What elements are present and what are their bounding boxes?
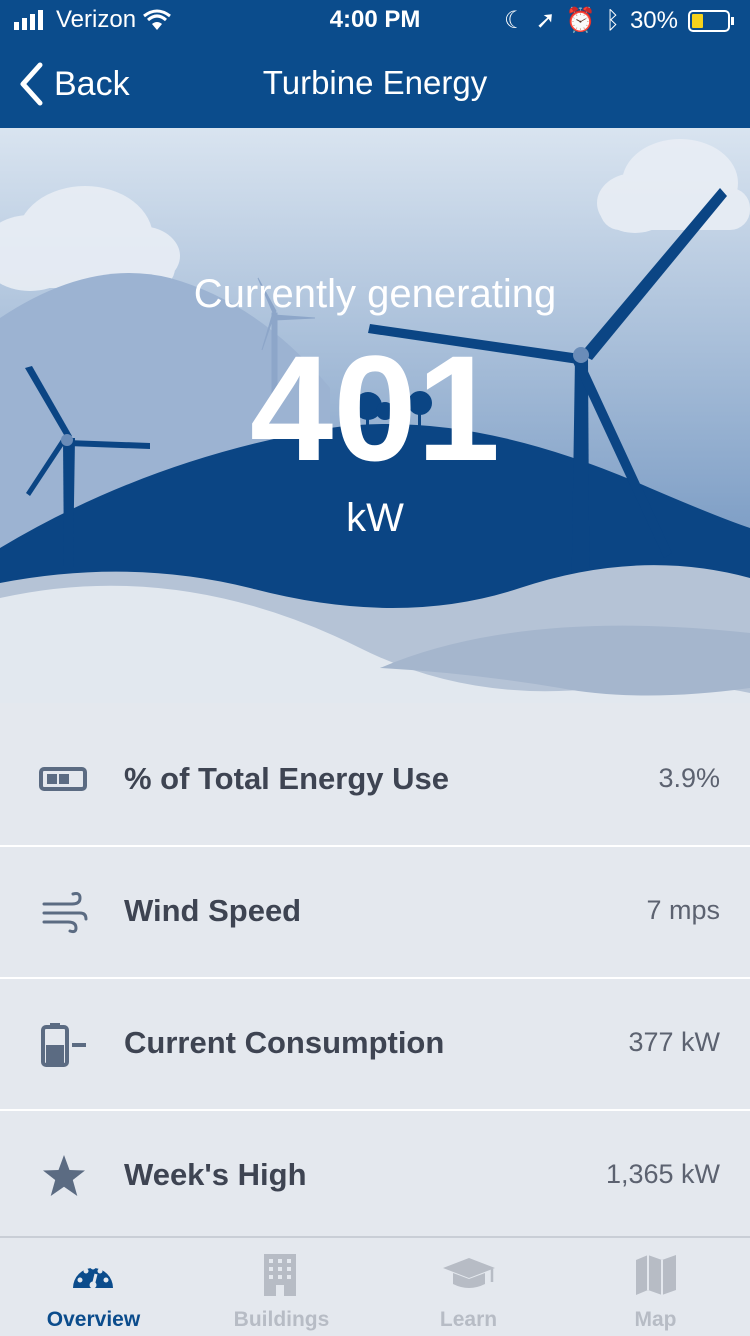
gauge-icon: [73, 1264, 113, 1289]
moon-icon: ☾: [504, 7, 526, 34]
tab-label: Learn: [439, 1308, 498, 1331]
tab-label: Map: [634, 1308, 677, 1331]
stat-label: Wind Speed: [124, 893, 302, 928]
hero-panel: Currently generating 401 kW: [0, 128, 750, 703]
tab-learn[interactable]: Learn: [375, 1238, 562, 1336]
star-icon: [43, 1155, 85, 1196]
stat-value: 1,365 kW: [605, 1159, 720, 1189]
list-item-current-consumption[interactable]: Current Consumption 377 kW: [0, 979, 750, 1111]
generating-label: Currently generating: [193, 272, 557, 316]
stat-label: Week's High: [124, 1157, 307, 1192]
alarm-icon: ⏰: [565, 7, 596, 34]
stat-value: 7 mps: [646, 895, 720, 925]
building-icon: [264, 1254, 296, 1296]
status-bar: Verizon 4:00 PM ☾ ➚ ⏰ ᛒ 30%: [0, 0, 750, 40]
status-right-group: ☾ ➚ ⏰ ᛒ 30%: [504, 6, 736, 35]
tab-map[interactable]: Map: [562, 1238, 749, 1336]
tab-bar: Overview Buildings Learn Map: [0, 1236, 750, 1336]
bluetooth-icon: ᛒ: [605, 6, 620, 34]
generating-unit: kW: [346, 496, 404, 540]
tab-overview[interactable]: Overview: [0, 1238, 187, 1336]
battery-level-icon: [39, 767, 87, 791]
battery-percent: 30%: [629, 6, 678, 34]
list-item-total-energy-use[interactable]: % of Total Energy Use 3.9%: [0, 715, 750, 847]
nav-bar: Back Turbine Energy: [0, 40, 750, 128]
map-icon: [636, 1255, 676, 1295]
list-item-wind-speed[interactable]: Wind Speed 7 mps: [0, 847, 750, 979]
stat-value: 377 kW: [628, 1027, 720, 1057]
list-item-weeks-high[interactable]: Week's High 1,365 kW: [0, 1111, 750, 1243]
battery-minus-icon: [41, 1023, 86, 1067]
generating-value: 401: [249, 324, 501, 492]
stats-list: % of Total Energy Use 3.9% Wind Speed 7 …: [0, 715, 750, 1243]
tab-buildings[interactable]: Buildings: [188, 1238, 375, 1336]
page-title: Turbine Energy: [262, 64, 488, 101]
stat-value: 3.9%: [658, 763, 720, 793]
battery-icon: [688, 9, 734, 32]
graduation-cap-icon: [443, 1258, 495, 1288]
tab-label: Overview: [46, 1308, 141, 1331]
location-icon: ➚: [535, 7, 556, 34]
stat-label: Current Consumption: [124, 1025, 445, 1060]
tab-label: Buildings: [233, 1308, 330, 1331]
stat-label: % of Total Energy Use: [124, 761, 449, 796]
wind-icon: [42, 892, 88, 934]
